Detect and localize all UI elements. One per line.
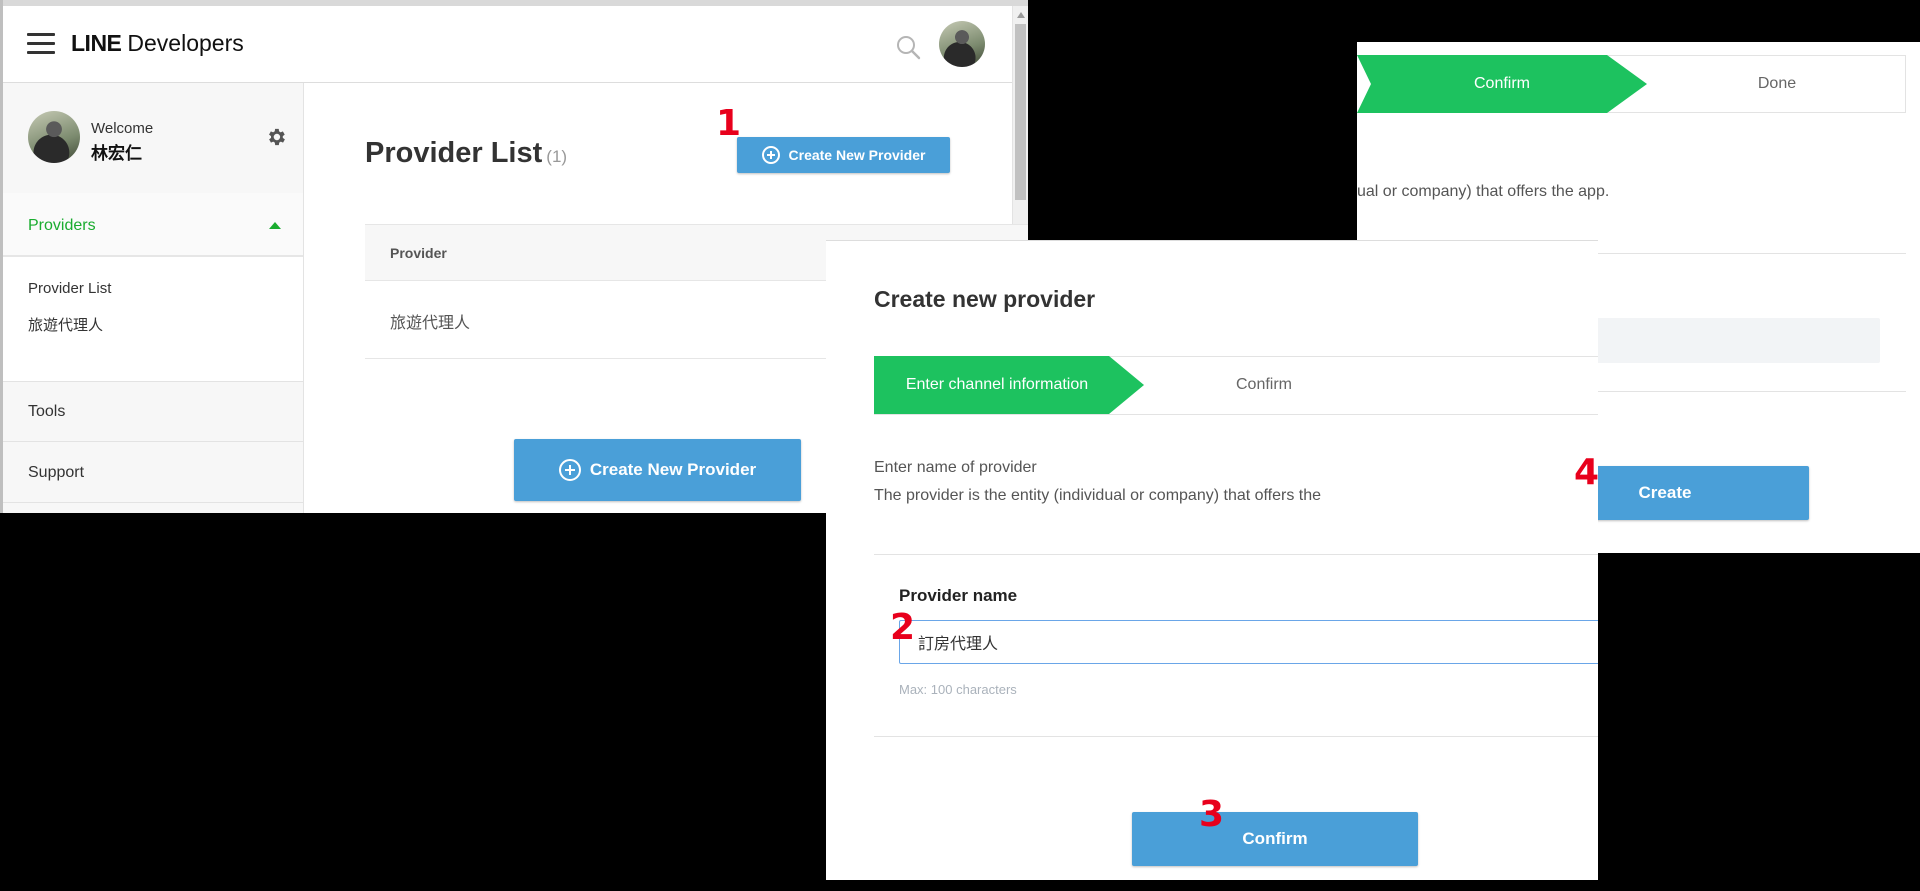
sidebar-item-providers[interactable]: Providers — [3, 193, 303, 257]
step-label: Enter channel information — [905, 376, 1089, 393]
user-avatar — [28, 111, 80, 163]
sidebar-item-provider-list[interactable]: Provider List — [28, 280, 111, 297]
gear-icon[interactable] — [265, 126, 287, 148]
step-label: Done — [1757, 75, 1797, 92]
menu-icon[interactable] — [27, 33, 55, 55]
step-marker-2: 2 — [890, 607, 916, 648]
create-new-provider-button-large[interactable]: Create New Provider — [514, 439, 801, 501]
caret-up-icon — [269, 222, 281, 229]
divider — [874, 554, 1598, 555]
instruction-title: Enter name of provider — [874, 459, 1037, 476]
search-icon[interactable] — [895, 34, 921, 60]
brand-product: Developers — [127, 30, 244, 56]
button-label: Create New Provider — [788, 147, 926, 163]
sidebar-item-support[interactable]: Support — [3, 442, 303, 503]
step-done: Done — [1657, 55, 1897, 113]
dialog-top-border — [826, 240, 1598, 241]
provider-count: (1) — [546, 147, 568, 166]
brand-logo[interactable]: LINE Developers — [71, 30, 244, 57]
table-cell-provider: 旅遊代理人 — [390, 315, 471, 332]
create-provider-dialog: Create new provider Enter channel inform… — [826, 240, 1598, 880]
divider — [874, 736, 1598, 737]
user-name: 林宏仁 — [91, 144, 142, 163]
sidebar-item-label: Providers — [28, 217, 96, 234]
field-hint: Max: 100 characters — [899, 682, 1017, 697]
scrollbar-thumb[interactable] — [1015, 24, 1026, 200]
step-enter-channel-active: Enter channel information — [874, 356, 1144, 414]
confirm-button[interactable]: Confirm — [1132, 812, 1418, 866]
scroll-up-icon[interactable] — [1017, 12, 1025, 18]
avatar[interactable] — [939, 21, 985, 67]
welcome-label: Welcome — [91, 120, 154, 137]
sidebar-item-label: Tools — [28, 403, 66, 420]
step-marker-3: 3 — [1199, 794, 1225, 835]
providers-submenu: Provider List 旅遊代理人 — [3, 257, 303, 382]
brand-line: LINE — [71, 30, 122, 56]
page-title: Provider List (1) — [365, 137, 567, 170]
sidebar-item-label: Support — [28, 464, 85, 481]
sidebar: Welcome 林宏仁 Providers Provider List 旅遊代理… — [3, 83, 304, 513]
instruction-text: The provider is the entity (individual o… — [874, 487, 1322, 504]
column-header-provider: Provider — [390, 245, 447, 261]
button-label: Confirm — [1242, 829, 1308, 848]
dialog-title: Create new provider — [874, 286, 1096, 312]
user-box: Welcome 林宏仁 — [3, 83, 303, 194]
step-label: Confirm — [1473, 75, 1530, 92]
description-fragment: ual or company) that offers the app. — [1357, 183, 1610, 200]
step-marker-1: 1 — [716, 103, 742, 144]
sidebar-item-provider[interactable]: 旅遊代理人 — [28, 314, 103, 335]
plus-circle-icon — [761, 146, 780, 164]
provider-name-input[interactable] — [899, 620, 1598, 664]
button-label: Create — [1638, 483, 1692, 502]
sidebar-item-tools[interactable]: Tools — [3, 381, 303, 442]
step-confirm-active: Confirm — [1357, 55, 1647, 113]
button-label: Create New Provider — [589, 460, 757, 479]
create-new-provider-button[interactable]: Create New Provider — [737, 137, 950, 173]
provider-name-label: Provider name — [899, 586, 1018, 605]
step-label: Confirm — [1235, 376, 1292, 393]
top-header: LINE Developers — [3, 6, 1012, 83]
step-marker-4: 4 — [1574, 452, 1600, 493]
page-title-text: Provider List — [365, 137, 543, 169]
step-confirm: Confirm — [1144, 356, 1384, 414]
plus-circle-icon — [558, 459, 581, 481]
